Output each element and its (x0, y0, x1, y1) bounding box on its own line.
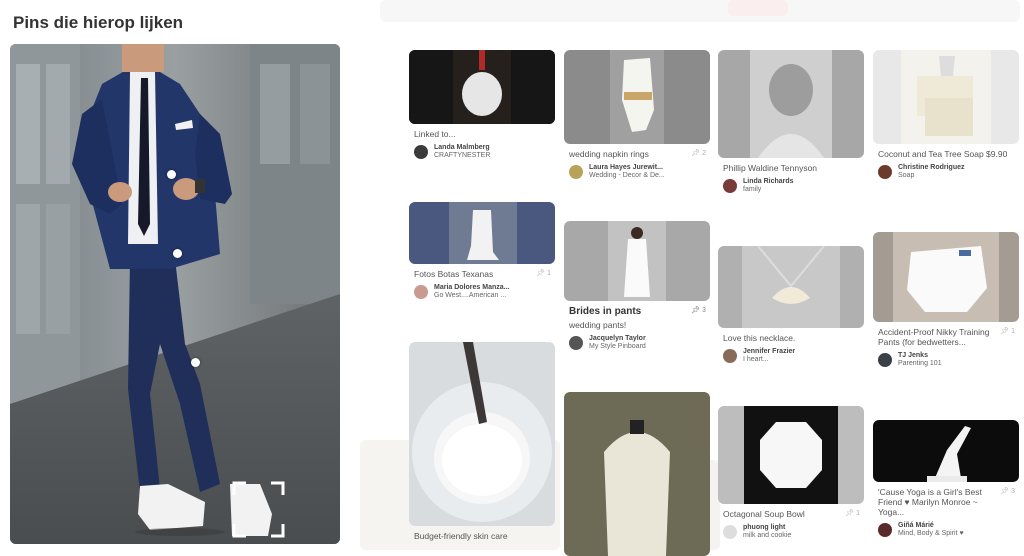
pin-card[interactable]: Linked to... Landa Malmberg CRAFTYNESTER (409, 50, 555, 160)
pin-icon: 📌︎ (845, 510, 855, 517)
pin-card[interactable]: Fotos Botas Texanas 📌︎ 1 Maria Dolores Ma… (409, 202, 555, 300)
pin-image[interactable] (409, 50, 555, 124)
board-name: CRAFTYNESTER (434, 152, 491, 159)
pin-icon: 📌︎ (1000, 328, 1010, 335)
pin-icon: 📌︎ (1000, 488, 1010, 495)
pin-caption: wedding pants! (569, 320, 627, 330)
hotspot-trousers-upper[interactable] (173, 249, 182, 258)
repin-count: 📌︎ 1 (536, 270, 551, 277)
pin-caption: wedding napkin rings (569, 149, 649, 159)
pinner-name: Maria Dolores Manza... (434, 284, 510, 291)
pin-card[interactable]: 'Cause Yoga is a Girl's Best Friend ♥ Ma… (873, 420, 1019, 538)
pin-caption: Coconut and Tea Tree Soap $9.90 (878, 149, 1008, 159)
pin-card[interactable]: Coconut and Tea Tree Soap $9.90 Christin… (873, 50, 1019, 180)
repin-count: 📌︎ 3 (691, 307, 706, 314)
board-name: Wedding - Decor & De... (589, 172, 665, 179)
pin-attribution[interactable]: Christine Rodriguez Soap (873, 164, 1019, 180)
pin-card[interactable]: Accident-Proof Nikky Training Pants (for… (873, 232, 1019, 368)
pin-card[interactable]: Phillip Waldine Tennyson Linda Richards f… (718, 50, 864, 194)
board-name: milk and cookie (743, 532, 792, 539)
pin-attribution[interactable]: phuong light milk and cookie (718, 524, 864, 540)
pin-caption: 'Cause Yoga is a Girl's Best Friend ♥ Ma… (878, 487, 982, 517)
pin-image[interactable] (564, 50, 710, 144)
board-name: Mind, Body & Spirit ♥ (898, 530, 964, 537)
pin-caption: Fotos Botas Texanas (414, 269, 494, 279)
repin-count: 📌︎ 1 (1000, 328, 1015, 335)
pin-attribution[interactable]: Jacquelyn Taylor My Style Pinboard (564, 335, 710, 351)
pinner-name: Jennifer Frazier (743, 348, 796, 355)
repin-count: 📌︎ 2 (691, 150, 706, 157)
hotspot-trousers-knee[interactable] (191, 358, 200, 367)
avatar (723, 179, 737, 193)
pinner-name: Jacquelyn Taylor (589, 335, 646, 342)
pin-attribution[interactable]: TJ Jenks Parenting 101 (873, 352, 1019, 368)
avatar (569, 336, 583, 350)
pin-icon: 📌︎ (691, 150, 701, 157)
pin-icon: 📌︎ (536, 270, 546, 277)
pin-attribution[interactable]: Laura Hayes Jurewit... Wedding - Decor & … (564, 164, 710, 180)
pin-image[interactable] (564, 392, 710, 556)
pin-image[interactable] (718, 246, 864, 328)
avatar (878, 165, 892, 179)
board-name: Parenting 101 (898, 360, 942, 367)
pinner-name: Linda Richards (743, 178, 794, 185)
repin-count: 📌︎ 3 (1000, 488, 1015, 495)
pin-caption: Love this necklace. (723, 333, 796, 343)
board-name: My Style Pinboard (589, 343, 646, 350)
hotspot-jacket[interactable] (167, 170, 176, 179)
panel-title: Pins die hierop lijken (13, 13, 184, 32)
pin-image[interactable] (873, 50, 1019, 144)
pin-icon: 📌︎ (691, 307, 701, 314)
pin-image[interactable] (409, 342, 555, 526)
pin-card[interactable] (564, 392, 710, 556)
pin-caption: Budget-friendly skin care (414, 531, 508, 541)
pin-caption: Accident-Proof Nikky Training Pants (for… (878, 327, 990, 347)
pinner-name: TJ Jenks (898, 352, 928, 359)
pin-image[interactable] (873, 420, 1019, 482)
pin-image[interactable] (718, 406, 864, 504)
pin-card[interactable]: wedding napkin rings 📌︎ 2 Laura Hayes Jur… (564, 50, 710, 180)
avatar (878, 353, 892, 367)
pin-caption: Octagonal Soup Bowl (723, 509, 805, 519)
pin-card[interactable]: Budget-friendly skin care (409, 342, 555, 541)
repin-count: 📌︎ 1 (845, 510, 860, 517)
pinner-name: Giñá Márié (898, 522, 934, 529)
pin-attribution[interactable]: Jennifer Frazier I heart... (718, 348, 864, 364)
board-name: I heart... (743, 356, 769, 363)
board-name: family (743, 186, 762, 193)
avatar (414, 285, 428, 299)
pin-caption: Linked to... (414, 129, 456, 139)
hero-image[interactable] (10, 44, 340, 544)
avatar (878, 523, 892, 537)
pin-attribution[interactable]: Landa Malmberg CRAFTYNESTER (409, 144, 555, 160)
pin-card[interactable]: Brides in pants 📌︎ 3 wedding pants! Jacqu… (564, 221, 710, 351)
avatar (723, 349, 737, 363)
avatar (723, 525, 737, 539)
pinner-name: Laura Hayes Jurewit... (589, 164, 663, 171)
avatar (569, 165, 583, 179)
pinner-name: Christine Rodriguez (898, 164, 965, 171)
pin-card[interactable]: Love this necklace. Jennifer Frazier I he… (718, 246, 864, 364)
pin-image[interactable] (873, 232, 1019, 322)
pin-image[interactable] (718, 50, 864, 158)
pinner-name: phuong light (743, 524, 786, 531)
board-name: Go West....American ... (434, 292, 507, 299)
crop-selector-shoes[interactable] (232, 481, 285, 538)
pin-image[interactable] (409, 202, 555, 264)
avatar (414, 145, 428, 159)
pin-attribution[interactable]: Giñá Márié Mind, Body & Spirit ♥ (873, 522, 1019, 538)
pin-attribution[interactable]: Linda Richards family (718, 178, 864, 194)
pin-caption: Phillip Waldine Tennyson (723, 163, 818, 173)
pinner-name: Landa Malmberg (434, 144, 490, 151)
pin-image[interactable] (564, 221, 710, 301)
board-name: Soap (898, 172, 915, 179)
pin-card[interactable]: Octagonal Soup Bowl 📌︎ 1 phuong light milk… (718, 406, 864, 540)
pin-attribution[interactable]: Maria Dolores Manza... Go West....America… (409, 284, 555, 300)
pin-title: Brides in pants (569, 306, 642, 317)
